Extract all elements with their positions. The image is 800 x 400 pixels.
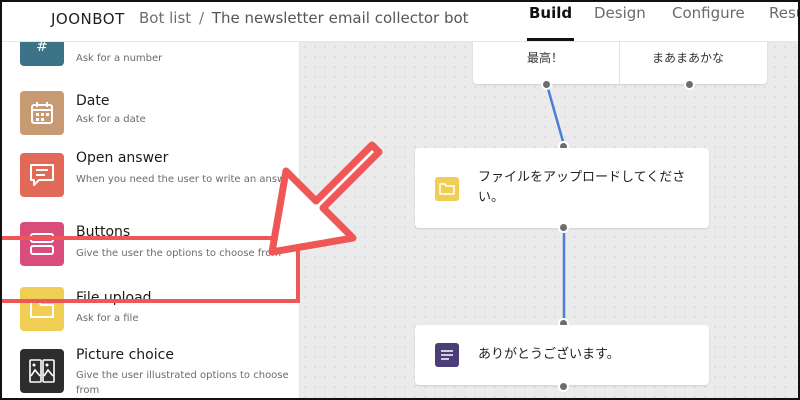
- block-date-desc: Ask for a date: [76, 114, 146, 125]
- tab-build[interactable]: Build: [526, 4, 575, 41]
- svg-text:#: #: [36, 42, 48, 55]
- block-picture-choice-title: Picture choice: [76, 347, 174, 363]
- file-upload-question-card[interactable]: ファイルをアップロードしてください。: [415, 148, 709, 228]
- breadcrumb-bot-list[interactable]: Bot list: [139, 9, 191, 27]
- option-2-output-port[interactable]: [684, 79, 695, 90]
- folder-icon: [20, 287, 64, 331]
- tab-design[interactable]: Design: [594, 4, 646, 22]
- block-date[interactable]: Date Ask for a date: [2, 88, 299, 148]
- buttons-icon: [20, 222, 64, 266]
- number-icon: #: [20, 42, 64, 66]
- breadcrumb: Bot list / The newsletter email collecto…: [139, 9, 469, 27]
- tab-results[interactable]: Resu: [769, 4, 798, 22]
- block-open-answer-desc: When you need the user to write an answe…: [76, 174, 296, 185]
- block-open-answer[interactable]: Open answer When you need the user to wr…: [2, 150, 299, 210]
- thank-you-message-card[interactable]: ありがとうございます。: [415, 325, 709, 385]
- option-label-2: まあまあかな: [652, 51, 725, 65]
- thank-you-message-text: ありがとうございます。: [478, 347, 620, 362]
- folder-icon: [435, 177, 459, 201]
- block-buttons[interactable]: Buttons Give the user the options to cho…: [2, 222, 299, 282]
- breadcrumb-current: The newsletter email collector bot: [211, 9, 469, 27]
- screenshot-frame: JOONBOT Bot list / The newsletter email …: [0, 0, 800, 400]
- block-number[interactable]: # Ask for a number: [2, 42, 299, 82]
- option-label-1: 最高！: [527, 51, 564, 65]
- file-upload-question-text: ファイルをアップロードしてください。: [478, 170, 686, 205]
- flow-canvas[interactable]: 最高！ まあまあかな ファイルをアップロードしてください。 ありがとうございます…: [300, 38, 798, 398]
- block-file-upload-desc: Ask for a file: [76, 313, 139, 324]
- picture-icon: [20, 349, 64, 393]
- text-lines-icon: [435, 343, 459, 367]
- brand-logo[interactable]: JOONBOT: [51, 10, 125, 28]
- block-buttons-title: Buttons: [76, 224, 131, 240]
- block-file-upload-title: File upload: [76, 290, 152, 306]
- block-file-upload[interactable]: File upload Ask for a file: [2, 280, 299, 340]
- block-date-title: Date: [76, 93, 110, 109]
- speech-bubble-icon: [20, 153, 64, 197]
- file-card-output-port[interactable]: [558, 222, 569, 233]
- option-divider: [619, 38, 620, 84]
- thanks-card-output-port[interactable]: [558, 381, 569, 392]
- block-library-sidebar: # Ask for a number Date Ask for a date O…: [2, 42, 300, 398]
- breadcrumb-separator: /: [198, 9, 204, 27]
- block-number-desc: Ask for a number: [76, 53, 163, 64]
- option-1-output-port[interactable]: [541, 79, 552, 90]
- tab-configure[interactable]: Configure: [672, 4, 745, 22]
- top-header: JOONBOT Bot list / The newsletter email …: [2, 2, 798, 42]
- choice-options-card[interactable]: 最高！ まあまあかな: [473, 38, 767, 84]
- block-open-answer-title: Open answer: [76, 150, 169, 166]
- block-picture-choice[interactable]: Picture choice Give the user illustrated…: [2, 345, 299, 398]
- block-buttons-desc: Give the user the options to choose from: [76, 248, 282, 259]
- block-picture-choice-desc: Give the user illustrated options to cho…: [76, 370, 289, 396]
- connector-line-1: [545, 84, 566, 146]
- calendar-icon: [20, 91, 64, 135]
